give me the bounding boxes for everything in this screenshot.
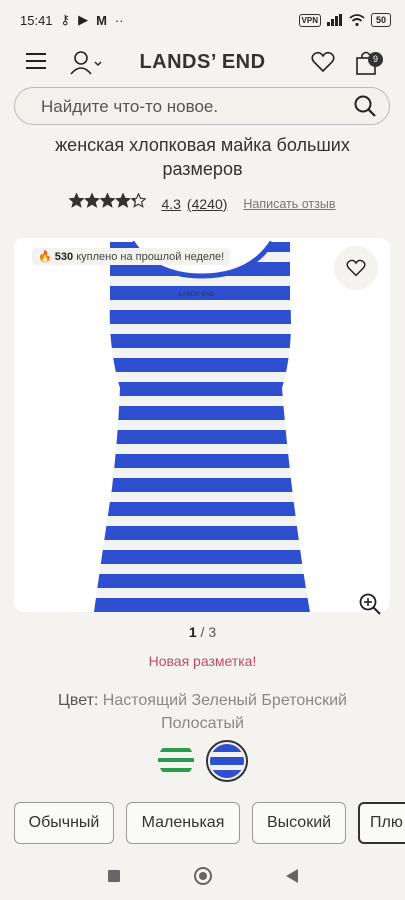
rating-count[interactable]: (4240): [187, 196, 227, 212]
image-pager: 1 / 3: [0, 624, 405, 640]
zoom-in-icon: [359, 593, 381, 615]
more-dots-icon: ··: [114, 12, 124, 28]
user-icon: [70, 51, 102, 75]
home-icon[interactable]: [193, 866, 213, 886]
cart-button[interactable]: 9: [355, 48, 383, 76]
system-nav-bar: [0, 852, 405, 900]
rating-value[interactable]: 4.3: [161, 196, 180, 212]
wishlist-button[interactable]: [311, 51, 335, 78]
new-markdown-label: Новая разметка!: [148, 653, 257, 669]
favorite-button[interactable]: [334, 246, 378, 290]
pager-separator: /: [200, 624, 205, 640]
play-icon: ▶: [78, 12, 89, 27]
product-title: женская хлопковая майка больших размеров: [55, 135, 350, 179]
size-option-tall[interactable]: Высокий: [252, 802, 346, 844]
key-icon: ⚷: [60, 12, 71, 27]
color-value: Настоящий Зеленый Бретонский Полосатый: [102, 692, 347, 732]
status-left: 15:41 ⚷ ▶ M ··: [20, 12, 124, 28]
rating-row: 4.3 (4240) Написать отзыв: [0, 193, 405, 214]
purchase-count: 530: [54, 251, 74, 263]
recent-apps-icon[interactable]: [107, 869, 121, 883]
purchase-badge: 🔥 530 куплено на прошлой неделе!: [32, 248, 231, 265]
heart-icon: [311, 51, 335, 73]
pager-total: 3: [208, 624, 217, 640]
search-button[interactable]: [353, 94, 377, 123]
color-swatches: [0, 740, 405, 782]
size-option-petite[interactable]: Маленькая: [126, 802, 240, 844]
fire-icon: 🔥: [38, 251, 52, 263]
search-icon: [354, 95, 376, 117]
wifi-icon: [349, 14, 365, 26]
search-bar: [14, 87, 390, 125]
back-icon[interactable]: [285, 868, 299, 884]
brand-logo[interactable]: LANDS’ END: [130, 51, 275, 74]
product-image: LANDS' END: [94, 240, 310, 612]
color-label: Цвет:: [58, 692, 99, 709]
rating-stars[interactable]: [69, 193, 147, 214]
cart-count-badge: 9: [368, 52, 383, 67]
purchase-text: куплено на прошлой неделе!: [76, 251, 225, 263]
swatch-green-stripe[interactable]: [157, 742, 194, 778]
size-option-regular[interactable]: Обычный: [14, 802, 114, 844]
zoom-button[interactable]: [358, 592, 382, 621]
mail-icon: M: [96, 12, 107, 28]
product-image-card[interactable]: 🔥 530 куплено на прошлой неделе! LANDS' …: [14, 238, 390, 612]
menu-icon[interactable]: [26, 53, 46, 71]
garment-label: LANDS' END: [179, 292, 215, 298]
vpn-badge: VPN: [298, 13, 321, 27]
status-bar: 15:41 ⚷ ▶ M ·· VPN 50: [0, 0, 405, 40]
signal-icon: [326, 14, 342, 26]
app-header: LANDS’ END 9: [0, 40, 405, 88]
account-button[interactable]: [70, 50, 104, 81]
battery-indicator: 50: [370, 13, 391, 27]
status-right: VPN 50: [298, 13, 391, 27]
swatch-blue-stripe[interactable]: [205, 740, 248, 782]
pager-current: 1: [188, 624, 197, 640]
size-option-plus[interactable]: Плю: [358, 802, 405, 844]
heart-outline-icon: [346, 259, 366, 277]
write-review-link[interactable]: Написать отзыв: [243, 197, 335, 211]
search-input[interactable]: [39, 96, 333, 118]
size-type-selector: Обычный Маленькая Высокий Плю: [14, 802, 405, 844]
color-selection-text: Цвет: Настоящий Зеленый Бретонский Полос…: [30, 689, 375, 735]
status-time: 15:41: [20, 12, 53, 28]
